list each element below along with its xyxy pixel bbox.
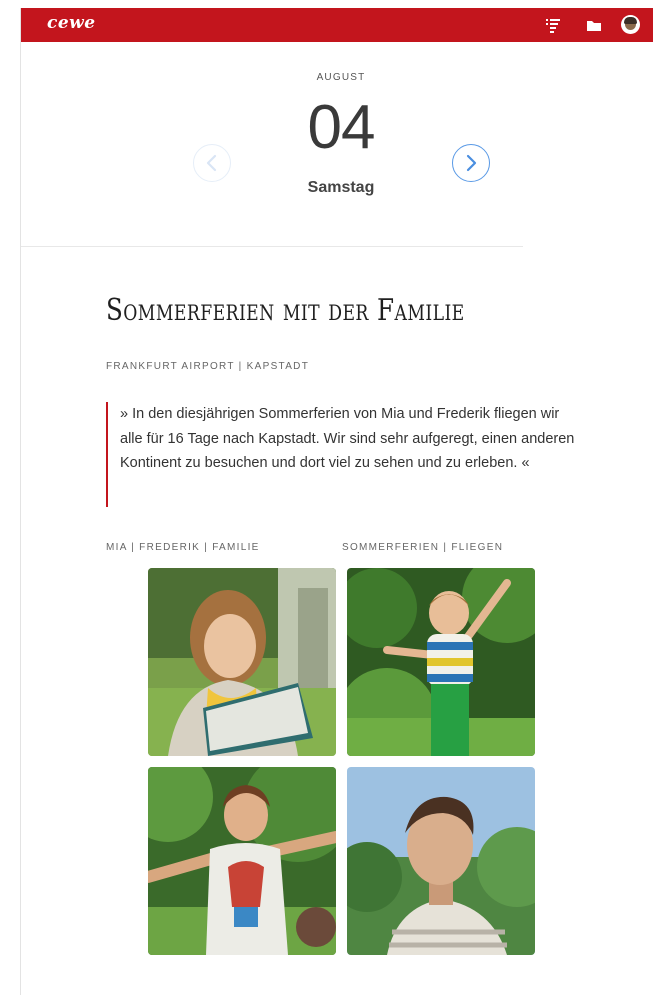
weekday-label: Samstag [307, 179, 375, 196]
previous-day-button[interactable] [193, 144, 231, 182]
photo-woman-reading[interactable] [148, 568, 336, 756]
next-day-button[interactable] [452, 144, 490, 182]
chevron-right-icon [466, 154, 477, 172]
folder-icon[interactable] [585, 16, 603, 34]
month-label: AUGUST [316, 72, 366, 83]
date-header: AUGUST 04 Samstag [21, 42, 561, 247]
entry-quote-text: » In den diesjährigen Sommerferien von M… [120, 406, 575, 471]
entry-title: Sommerferien mit der Familie [106, 293, 465, 328]
filter-list-icon[interactable] [544, 16, 562, 34]
day-number: 04 [307, 93, 376, 162]
entry-location: FRANKFURT AIRPORT | KAPSTADT [106, 361, 310, 372]
user-avatar[interactable] [621, 15, 640, 34]
entry-quote: » In den diesjährigen Sommerferien von M… [106, 402, 576, 507]
chevron-left-icon [206, 154, 217, 172]
cewe-logo[interactable]: cewe [47, 13, 96, 33]
photo-man-smiling[interactable] [347, 767, 535, 955]
photo-girl-arms-out[interactable] [148, 767, 336, 955]
people-tags[interactable]: MIA | FREDERIK | FAMILIE [106, 542, 260, 553]
date-divider [21, 246, 523, 247]
photo-boy-jumping[interactable] [347, 568, 535, 756]
topic-tags[interactable]: SOMMERFERIEN | FLIEGEN [342, 542, 503, 553]
app-frame: cewe AUGUST 04 Samstag Sommerferien mit … [20, 8, 653, 995]
top-bar: cewe [21, 8, 653, 42]
